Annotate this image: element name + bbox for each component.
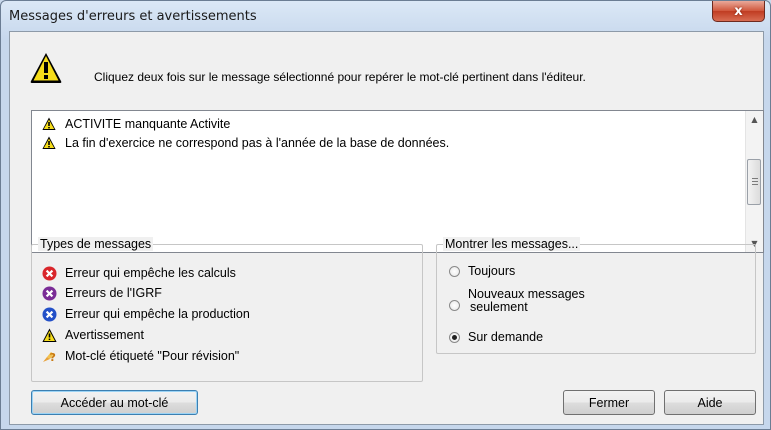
radio-label-line2: seulement (470, 300, 528, 314)
review-icon: ? (43, 351, 56, 364)
radio-button[interactable] (449, 266, 460, 277)
close-button[interactable]: Fermer (563, 390, 655, 415)
warning-icon (42, 136, 56, 149)
radio-label: Sur demande (468, 330, 544, 344)
radio-label-line1: Nouveaux messages (468, 287, 585, 301)
radio-always[interactable]: Toujours (449, 265, 515, 278)
warning-icon (42, 328, 57, 342)
error-red-icon (42, 266, 57, 280)
error-purple-icon (42, 286, 57, 300)
type-label: Mot-clé étiqueté "Pour révision" (65, 349, 240, 363)
radio-on-demand[interactable]: Sur demande (449, 331, 543, 344)
type-label: Avertissement (65, 328, 144, 342)
goto-keyword-button[interactable]: Accéder au mot-clé (31, 390, 198, 415)
group-legend: Types de messages (38, 237, 154, 251)
list-item[interactable]: ACTIVITE manquante Activite (42, 115, 230, 133)
close-window-button[interactable]: x (712, 1, 765, 22)
type-label: Erreur qui empêche les calculs (65, 266, 236, 280)
window-title: Messages d'erreurs et avertissements (9, 9, 257, 24)
type-item-review: ? Mot-clé étiqueté "Pour révision" (42, 347, 239, 365)
radio-new-only[interactable]: Nouveaux messages seulement (449, 288, 585, 314)
radio-label: Nouveaux messages seulement (468, 288, 585, 314)
warning-icon (42, 117, 56, 130)
vertical-scrollbar[interactable]: ▲ ▼ (745, 111, 763, 252)
type-item-production-error: Erreur qui empêche la production (42, 305, 250, 323)
title-bar[interactable]: Messages d'erreurs et avertissements x (1, 1, 770, 31)
message-list[interactable]: ACTIVITE manquante Activite La fin d'exe… (31, 110, 764, 253)
type-item-calc-error: Erreur qui empêche les calculs (42, 264, 236, 282)
radio-button[interactable] (449, 299, 460, 311)
list-item[interactable]: La fin d'exercice ne correspond pas à l'… (42, 134, 449, 152)
scroll-thumb[interactable] (747, 159, 761, 205)
warning-icon (30, 53, 62, 83)
type-label: Erreur qui empêche la production (65, 307, 250, 321)
type-label: Erreurs de l'IGRF (65, 286, 162, 300)
message-text: La fin d'exercice ne correspond pas à l'… (65, 136, 450, 150)
show-messages-group: Montrer les messages... Toujours Nouveau… (436, 237, 756, 354)
message-types-group: Types de messages Erreur qui empêche les… (31, 237, 423, 382)
dialog-client-area: Cliquez deux fois sur le message sélecti… (9, 31, 764, 425)
instruction-text: Cliquez deux fois sur le message sélecti… (94, 70, 586, 84)
type-item-warning: Avertissement (42, 326, 144, 344)
radio-label: Toujours (468, 264, 516, 278)
error-blue-icon (42, 307, 57, 321)
group-legend: Montrer les messages... (443, 237, 581, 251)
message-text: ACTIVITE manquante Activite (65, 117, 231, 131)
svg-text:?: ? (50, 351, 56, 364)
radio-button[interactable] (449, 332, 460, 343)
type-item-igrf-error: Erreurs de l'IGRF (42, 284, 162, 302)
dialog-window: Messages d'erreurs et avertissements x C… (0, 0, 771, 430)
help-button[interactable]: Aide (664, 390, 756, 415)
close-icon: x (734, 3, 743, 19)
scroll-up-icon[interactable]: ▲ (746, 111, 763, 128)
